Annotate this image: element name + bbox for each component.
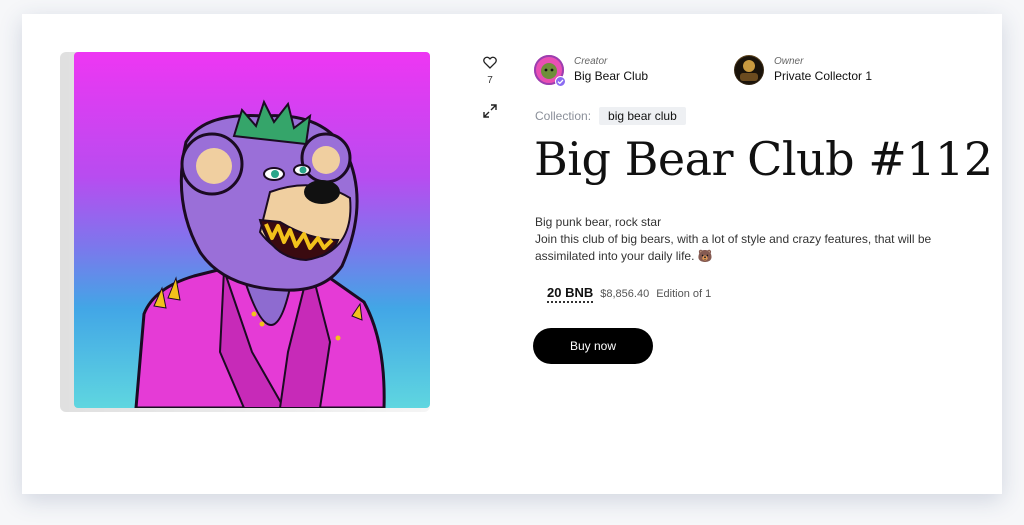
artwork-image[interactable] <box>74 52 430 408</box>
expand-icon <box>483 104 497 118</box>
artwork-container <box>60 52 430 412</box>
bear-illustration <box>134 99 386 408</box>
side-actions: 7 <box>480 56 500 123</box>
owner-avatar <box>734 55 764 85</box>
owner-role-label: Owner <box>774 56 804 67</box>
owner-name[interactable]: Private Collector 1 <box>774 69 872 84</box>
price-bnb[interactable]: 20 BNB <box>547 285 594 303</box>
edition-info: Edition of 1 <box>656 288 712 300</box>
like-count: 7 <box>487 75 493 86</box>
collection-row: Collection: big bear club <box>535 107 686 125</box>
nft-description: Big punk bear, rock star Join this club … <box>535 214 955 265</box>
expand-button[interactable] <box>480 104 500 123</box>
like-button[interactable]: 7 <box>480 56 500 86</box>
verified-check-icon <box>555 76 566 87</box>
description-line: Big punk bear, rock star <box>535 215 662 229</box>
creator-name[interactable]: Big Bear Club <box>574 69 648 84</box>
collection-label: Collection: <box>535 109 592 123</box>
description-line: Join this club of big bears, with a lot … <box>535 232 932 263</box>
collection-tag[interactable]: big bear club <box>599 107 686 125</box>
owner-info[interactable]: Owner Private Collector 1 <box>734 54 872 86</box>
creator-avatar <box>534 55 566 87</box>
price-usd: $8,856.40 <box>600 288 650 300</box>
nft-title: Big Bear Club #112 <box>534 132 993 186</box>
heart-icon <box>483 56 497 69</box>
owner-avatar-image <box>735 56 763 84</box>
buy-now-button[interactable]: Buy now <box>533 328 653 364</box>
nft-detail-card: 7 Creator Big Bear Club Owner Private Co… <box>22 14 1002 494</box>
creator-role-label: Creator <box>574 56 608 67</box>
price-row: 20 BNB $8,856.40 Edition of 1 <box>547 285 711 303</box>
creator-info[interactable]: Creator Big Bear Club <box>534 54 648 87</box>
